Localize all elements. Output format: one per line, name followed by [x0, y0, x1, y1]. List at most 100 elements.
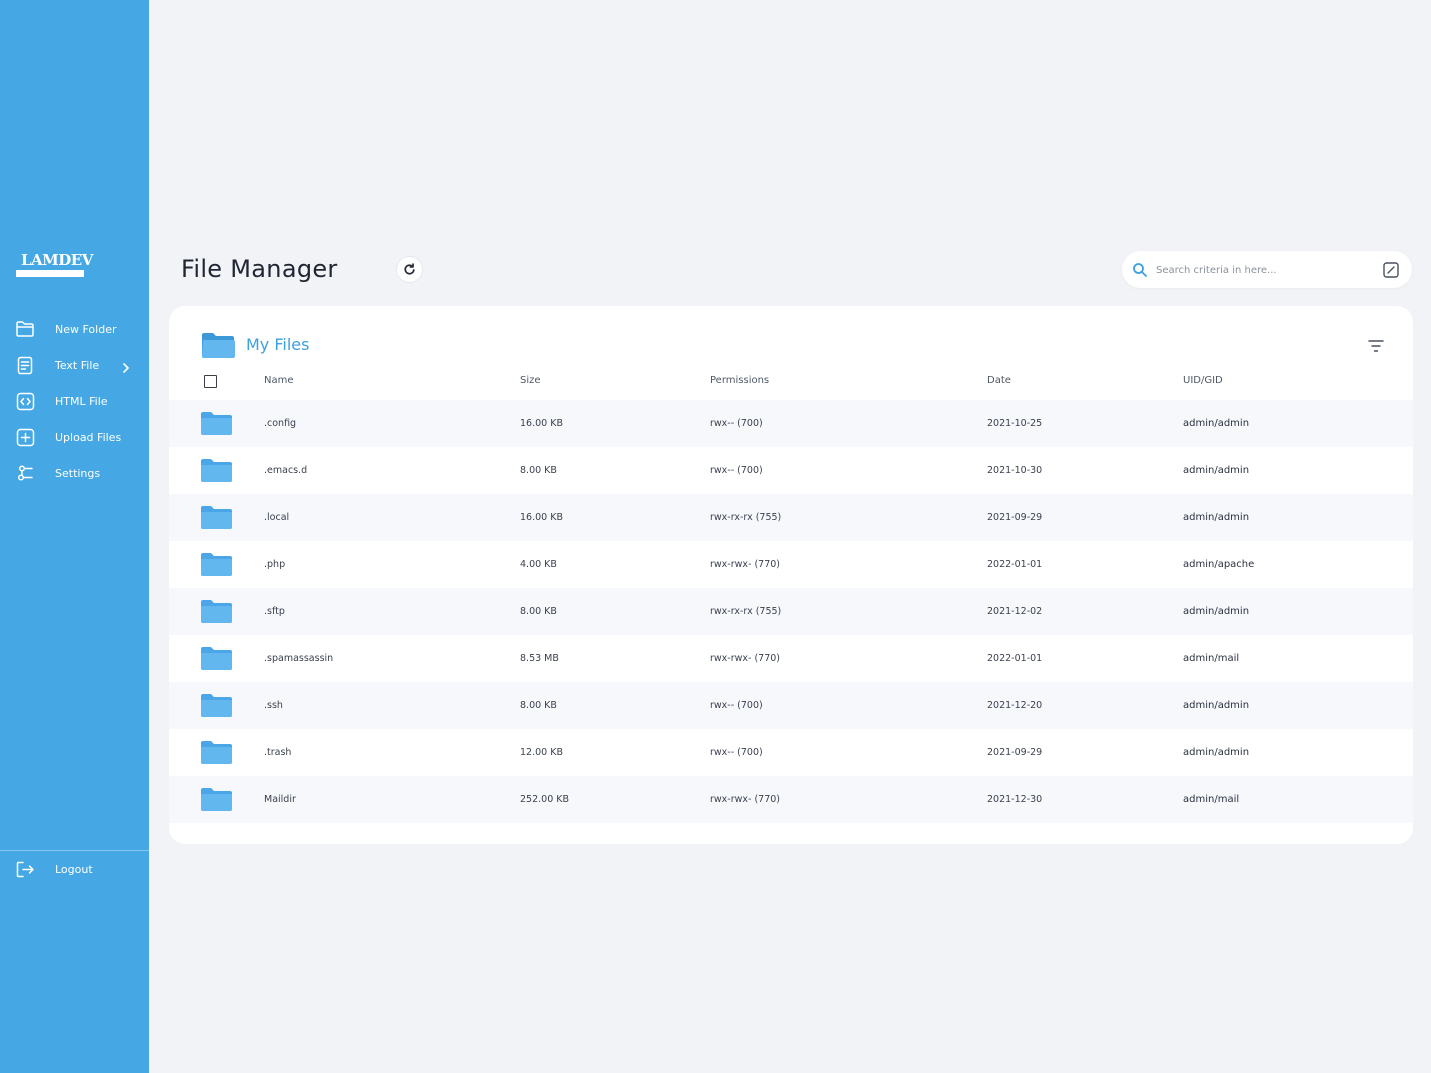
cell-size: 8.00 KB [520, 465, 557, 476]
sidebar-item-upload-files[interactable]: Upload Files [0, 423, 149, 451]
sidebar-item-label: HTML File [55, 394, 108, 408]
cell-date: 2022-01-01 [987, 559, 1043, 570]
search-input[interactable] [1156, 260, 1376, 280]
cell-uid: admin/admin [1183, 700, 1250, 711]
sidebar-item-text-file[interactable]: Text File [0, 351, 149, 379]
cell-size: 8.00 KB [520, 700, 557, 711]
cell-permissions: rwx-- (700) [710, 465, 763, 476]
table-row[interactable]: Maildir 252.00 KB rwx-rwx- (770) 2021-12-30… [169, 776, 1413, 823]
select-all-checkbox[interactable] [204, 375, 217, 388]
cell-name[interactable]: .local [264, 512, 289, 523]
folder-icon [201, 647, 232, 670]
cell-date: 2021-12-20 [987, 700, 1043, 711]
cell-name[interactable]: .php [264, 559, 285, 570]
table-row[interactable]: .sftp 8.00 KB rwx-rx-rx (755) 2021-12-02 adm… [169, 588, 1413, 635]
cell-permissions: rwx-rx-rx (755) [710, 606, 782, 617]
table-row[interactable]: .local 16.00 KB rwx-rx-rx (755) 2021-09-29 a… [169, 494, 1413, 541]
table-row[interactable]: .trash 12.00 KB rwx-- (700) 2021-09-29 admin… [169, 729, 1413, 776]
cell-date: 2021-12-30 [987, 794, 1043, 805]
logout-button[interactable]: Logout [0, 855, 149, 883]
folder-icon [202, 332, 235, 359]
card-title: My Files [246, 335, 310, 354]
text-file-icon [15, 355, 35, 375]
cell-name[interactable]: .emacs.d [264, 465, 307, 476]
cell-name[interactable]: Maildir [264, 794, 296, 805]
table-row[interactable]: .ssh 8.00 KB rwx-- (700) 2021-12-20 admin/ad… [169, 682, 1413, 729]
folder-icon [201, 788, 232, 811]
logo-text: LAMDEV [21, 251, 93, 269]
table-row[interactable]: .spamassassin 8.53 MB rwx-rwx- (770) 2022-0… [169, 635, 1413, 682]
cell-permissions: rwx-- (700) [710, 700, 763, 711]
edit-icon[interactable] [1382, 261, 1400, 279]
search-bar [1122, 251, 1412, 288]
cell-permissions: rwx-rwx- (770) [710, 559, 781, 570]
sidebar-item-html-file[interactable]: HTML File [0, 387, 149, 415]
filter-icon[interactable] [1368, 338, 1384, 352]
refresh-icon [403, 263, 416, 276]
cell-date: 2022-01-01 [987, 653, 1043, 664]
folder-icon [15, 319, 35, 339]
folder-icon [201, 600, 232, 623]
files-card: My Files Name Size Permissions Date UID/… [169, 306, 1413, 844]
logout-icon [15, 859, 35, 879]
logo[interactable]: LAMDEV [16, 251, 93, 277]
cell-permissions: rwx-- (700) [710, 418, 763, 429]
cell-permissions: rwx-rwx- (770) [710, 794, 781, 805]
cell-permissions: rwx-- (700) [710, 747, 763, 758]
settings-icon [15, 463, 35, 483]
column-header-date[interactable]: Date [987, 375, 1011, 386]
sidebar: LAMDEV New Folder Text File HTML File Up… [0, 0, 149, 1073]
cell-size: 16.00 KB [520, 418, 563, 429]
cell-size: 16.00 KB [520, 512, 563, 523]
folder-icon [201, 459, 232, 482]
cell-uid: admin/admin [1183, 606, 1250, 617]
cell-date: 2021-10-25 [987, 418, 1043, 429]
sidebar-divider [0, 850, 149, 851]
cell-size: 8.00 KB [520, 606, 557, 617]
cell-uid: admin/mail [1183, 794, 1240, 805]
cell-size: 8.53 MB [520, 653, 559, 664]
cell-size: 4.00 KB [520, 559, 557, 570]
table-row[interactable]: .emacs.d 8.00 KB rwx-- (700) 2021-10-30 admi… [169, 447, 1413, 494]
logo-underline [16, 270, 84, 277]
folder-icon [201, 553, 232, 576]
cell-uid: admin/admin [1183, 465, 1250, 476]
cell-uid: admin/admin [1183, 418, 1250, 429]
cell-uid: admin/mail [1183, 653, 1240, 664]
upload-icon [15, 427, 35, 447]
cell-name[interactable]: .spamassassin [264, 653, 333, 664]
logout-label: Logout [55, 862, 93, 876]
folder-icon [201, 412, 232, 435]
sidebar-item-settings[interactable]: Settings [0, 459, 149, 487]
cell-date: 2021-10-30 [987, 465, 1043, 476]
sidebar-item-label: Upload Files [55, 430, 122, 444]
column-header-size[interactable]: Size [520, 375, 541, 386]
cell-name[interactable]: .sftp [264, 606, 285, 617]
cell-size: 252.00 KB [520, 794, 570, 805]
column-header-name[interactable]: Name [264, 375, 294, 386]
cell-uid: admin/admin [1183, 747, 1250, 758]
refresh-button[interactable] [396, 256, 423, 283]
page-title: File Manager [181, 255, 338, 283]
cell-name[interactable]: .ssh [264, 700, 283, 711]
column-header-permissions[interactable]: Permissions [710, 375, 769, 386]
folder-icon [201, 741, 232, 764]
cell-date: 2021-12-02 [987, 606, 1043, 617]
cell-permissions: rwx-rx-rx (755) [710, 512, 782, 523]
cell-permissions: rwx-rwx- (770) [710, 653, 781, 664]
cell-size: 12.00 KB [520, 747, 563, 758]
cell-name[interactable]: .trash [264, 747, 291, 758]
column-header-uid[interactable]: UID/GID [1183, 375, 1223, 386]
chevron-right-icon[interactable] [120, 359, 132, 373]
folder-icon [201, 694, 232, 717]
cell-uid: admin/admin [1183, 512, 1250, 523]
sidebar-item-label: New Folder [55, 322, 117, 336]
sidebar-item-label: Settings [55, 466, 101, 480]
folder-icon [201, 506, 232, 529]
cell-name[interactable]: .config [264, 418, 296, 429]
search-icon [1132, 262, 1148, 278]
cell-date: 2021-09-29 [987, 512, 1043, 523]
table-row[interactable]: .php 4.00 KB rwx-rwx- (770) 2022-01-01 admin… [169, 541, 1413, 588]
table-row[interactable]: .config 16.00 KB rwx-- (700) 2021-10-25 admi… [169, 400, 1413, 447]
sidebar-item-new-folder[interactable]: New Folder [0, 315, 149, 343]
